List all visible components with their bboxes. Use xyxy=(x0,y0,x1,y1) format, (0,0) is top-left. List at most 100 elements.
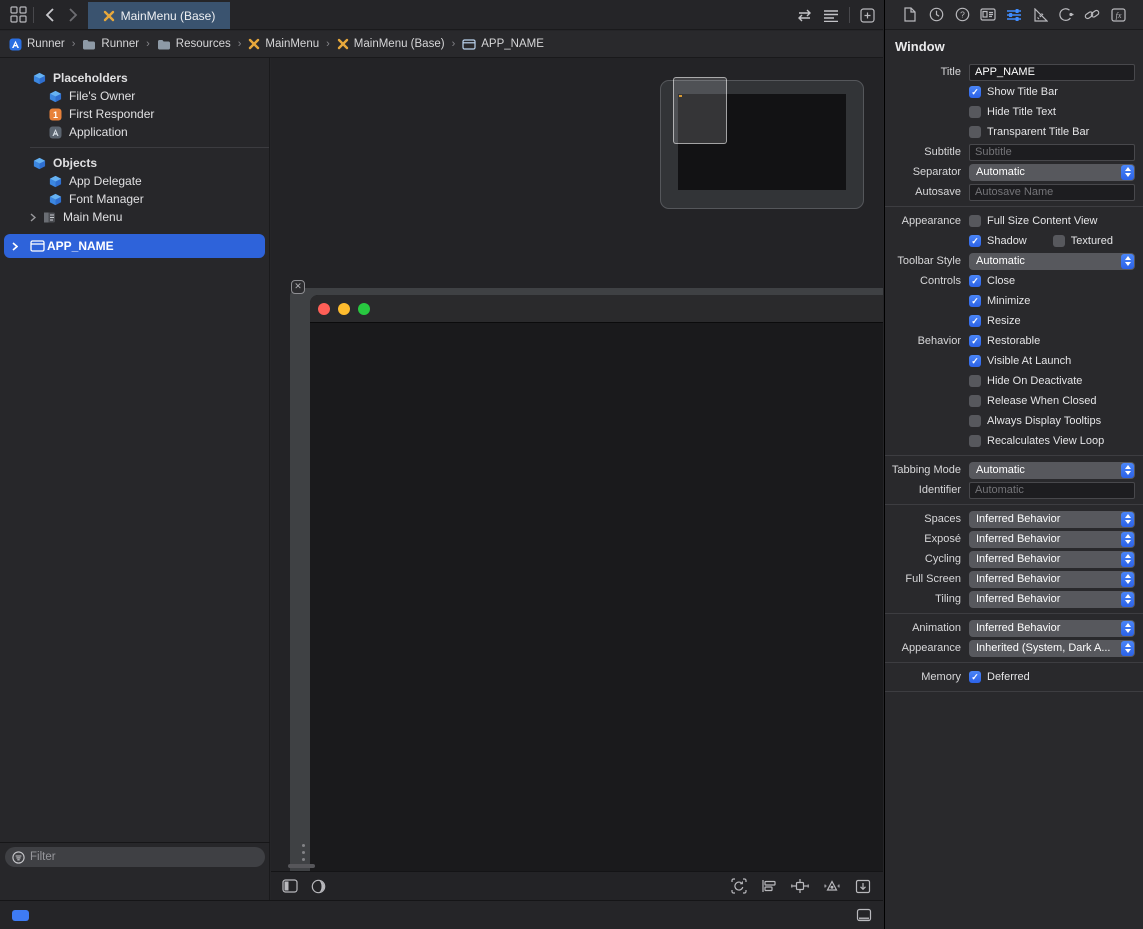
outline-item-first-responder[interactable]: 1 First Responder xyxy=(0,105,269,123)
checkbox-recalculates-view-loop: Recalculates View Loop xyxy=(885,432,1135,450)
canvas-toolbar xyxy=(271,871,883,900)
file-inspector-icon[interactable] xyxy=(902,6,919,23)
deferred-checkbox[interactable] xyxy=(969,671,981,683)
show-title-bar-checkbox[interactable] xyxy=(969,86,981,98)
close-checkbox[interactable] xyxy=(969,275,981,287)
window-icon xyxy=(30,240,45,252)
cycling-select[interactable]: Inferred Behavior xyxy=(969,551,1135,568)
swap-editor-icon[interactable] xyxy=(796,9,813,22)
expose-select[interactable]: Inferred Behavior xyxy=(969,531,1135,548)
disclosure-chevron-icon[interactable] xyxy=(12,242,22,251)
tiling-select[interactable]: Inferred Behavior xyxy=(969,591,1135,608)
resize-checkbox[interactable] xyxy=(969,315,981,327)
tab-mainmenu-base[interactable]: MainMenu (Base) xyxy=(88,2,230,29)
device-pill-icon[interactable] xyxy=(12,910,29,921)
editor-grid-icon[interactable] xyxy=(8,5,28,25)
inspector-divider xyxy=(885,455,1143,456)
window-device-icon[interactable] xyxy=(856,908,872,922)
outline-item-main-menu[interactable]: Main Menu xyxy=(0,208,269,226)
update-frames-icon[interactable] xyxy=(731,878,747,894)
breadcrumb-item-group[interactable]: Runner xyxy=(82,38,139,50)
window-titlebar[interactable] xyxy=(310,295,883,323)
inspector-divider xyxy=(885,206,1143,207)
add-constraints-icon[interactable] xyxy=(791,879,809,893)
window-position-overlay[interactable] xyxy=(673,77,727,144)
outline-item-app-name-selected[interactable]: APP_NAME xyxy=(4,234,265,258)
minimize-checkbox[interactable] xyxy=(969,295,981,307)
embed-icon[interactable] xyxy=(855,879,871,894)
resolve-issues-icon[interactable] xyxy=(823,879,841,893)
breadcrumb-separator: › xyxy=(452,38,456,50)
history-inspector-icon[interactable] xyxy=(928,6,945,23)
animation-select[interactable]: Inferred Behavior xyxy=(969,620,1135,637)
window-mockup[interactable] xyxy=(290,288,883,871)
appearance-toggle-icon[interactable] xyxy=(311,879,326,894)
drag-handle-dots[interactable] xyxy=(302,844,305,864)
filter-field[interactable] xyxy=(5,847,265,867)
divider xyxy=(33,7,34,23)
breadcrumb: Runner › Runner › Resources › xyxy=(0,31,883,58)
breadcrumb-item-project[interactable]: Runner xyxy=(9,38,65,51)
restorable-checkbox[interactable] xyxy=(969,335,981,347)
svg-text:1: 1 xyxy=(52,109,57,119)
identifier-input[interactable] xyxy=(969,482,1135,499)
field-appearance: Appearance Inherited (System, Dark A... xyxy=(885,639,1135,657)
outline-item-files-owner[interactable]: File's Owner xyxy=(0,87,269,105)
breadcrumb-separator: › xyxy=(146,38,150,50)
textured-checkbox[interactable] xyxy=(1053,235,1065,247)
section-objects[interactable]: Objects xyxy=(0,154,269,172)
bindings-inspector-icon[interactable] xyxy=(1084,6,1101,23)
stepper-icon xyxy=(1121,512,1134,527)
toolbar-style-select[interactable]: Automatic xyxy=(969,253,1135,270)
subtitle-input[interactable] xyxy=(969,144,1135,161)
outline-item-font-manager[interactable]: Font Manager xyxy=(0,190,269,208)
field-title: Title xyxy=(885,63,1135,81)
horizontal-scrollbar[interactable] xyxy=(288,864,315,868)
outline-item-app-delegate[interactable]: App Delegate xyxy=(0,172,269,190)
always-display-tooltips-checkbox[interactable] xyxy=(969,415,981,427)
section-placeholders[interactable]: Placeholders xyxy=(0,69,269,87)
full-size-content-view-checkbox[interactable] xyxy=(969,215,981,227)
recalculates-view-loop-checkbox[interactable] xyxy=(969,435,981,447)
inspector-header: Window xyxy=(885,30,1143,61)
panel-toggle-icon[interactable] xyxy=(282,879,298,893)
transparent-title-bar-checkbox[interactable] xyxy=(969,126,981,138)
title-input[interactable] xyxy=(969,64,1135,81)
spaces-select[interactable]: Inferred Behavior xyxy=(969,511,1135,528)
release-when-closed-checkbox[interactable] xyxy=(969,395,981,407)
forward-chevron-icon[interactable] xyxy=(63,6,81,24)
editor-options-icon[interactable] xyxy=(823,9,839,22)
disclosure-chevron-icon[interactable] xyxy=(30,213,40,222)
separator-select[interactable]: Automatic xyxy=(969,164,1135,181)
appearance-select[interactable]: Inherited (System, Dark A... xyxy=(969,640,1135,657)
tabbing-mode-select[interactable]: Automatic xyxy=(969,462,1135,479)
shadow-checkbox[interactable] xyxy=(969,235,981,247)
add-editor-icon[interactable] xyxy=(860,8,875,23)
size-inspector-icon[interactable] xyxy=(1032,6,1049,23)
window-content-area[interactable] xyxy=(310,295,883,871)
identity-inspector-icon[interactable] xyxy=(980,6,997,23)
breadcrumb-item-file-base[interactable]: MainMenu (Base) xyxy=(337,38,445,50)
breadcrumb-separator: › xyxy=(326,38,330,50)
breadcrumb-item-file[interactable]: MainMenu xyxy=(248,38,319,50)
effects-inspector-icon[interactable]: fx xyxy=(1110,6,1127,23)
field-identifier: Identifier xyxy=(885,481,1135,499)
align-icon[interactable] xyxy=(761,879,777,893)
breadcrumb-item-group[interactable]: Resources xyxy=(157,38,231,50)
filter-input[interactable] xyxy=(30,851,258,863)
quick-help-icon[interactable]: ? xyxy=(954,6,971,23)
autosave-input[interactable] xyxy=(969,184,1135,201)
connections-inspector-icon[interactable] xyxy=(1058,6,1075,23)
traffic-minimize-icon xyxy=(338,303,350,315)
outline-item-application[interactable]: Application xyxy=(0,123,269,141)
hide-title-text-checkbox[interactable] xyxy=(969,106,981,118)
back-chevron-icon[interactable] xyxy=(41,6,59,24)
full-screen-select[interactable]: Inferred Behavior xyxy=(969,571,1135,588)
folder-icon xyxy=(82,39,96,50)
breadcrumb-item-window[interactable]: APP_NAME xyxy=(462,38,544,50)
tab-label: MainMenu (Base) xyxy=(121,9,216,23)
window-close-button[interactable]: ✕ xyxy=(291,280,305,294)
visible-at-launch-checkbox[interactable] xyxy=(969,355,981,367)
hide-on-deactivate-checkbox[interactable] xyxy=(969,375,981,387)
attributes-inspector-icon[interactable] xyxy=(1006,6,1023,23)
